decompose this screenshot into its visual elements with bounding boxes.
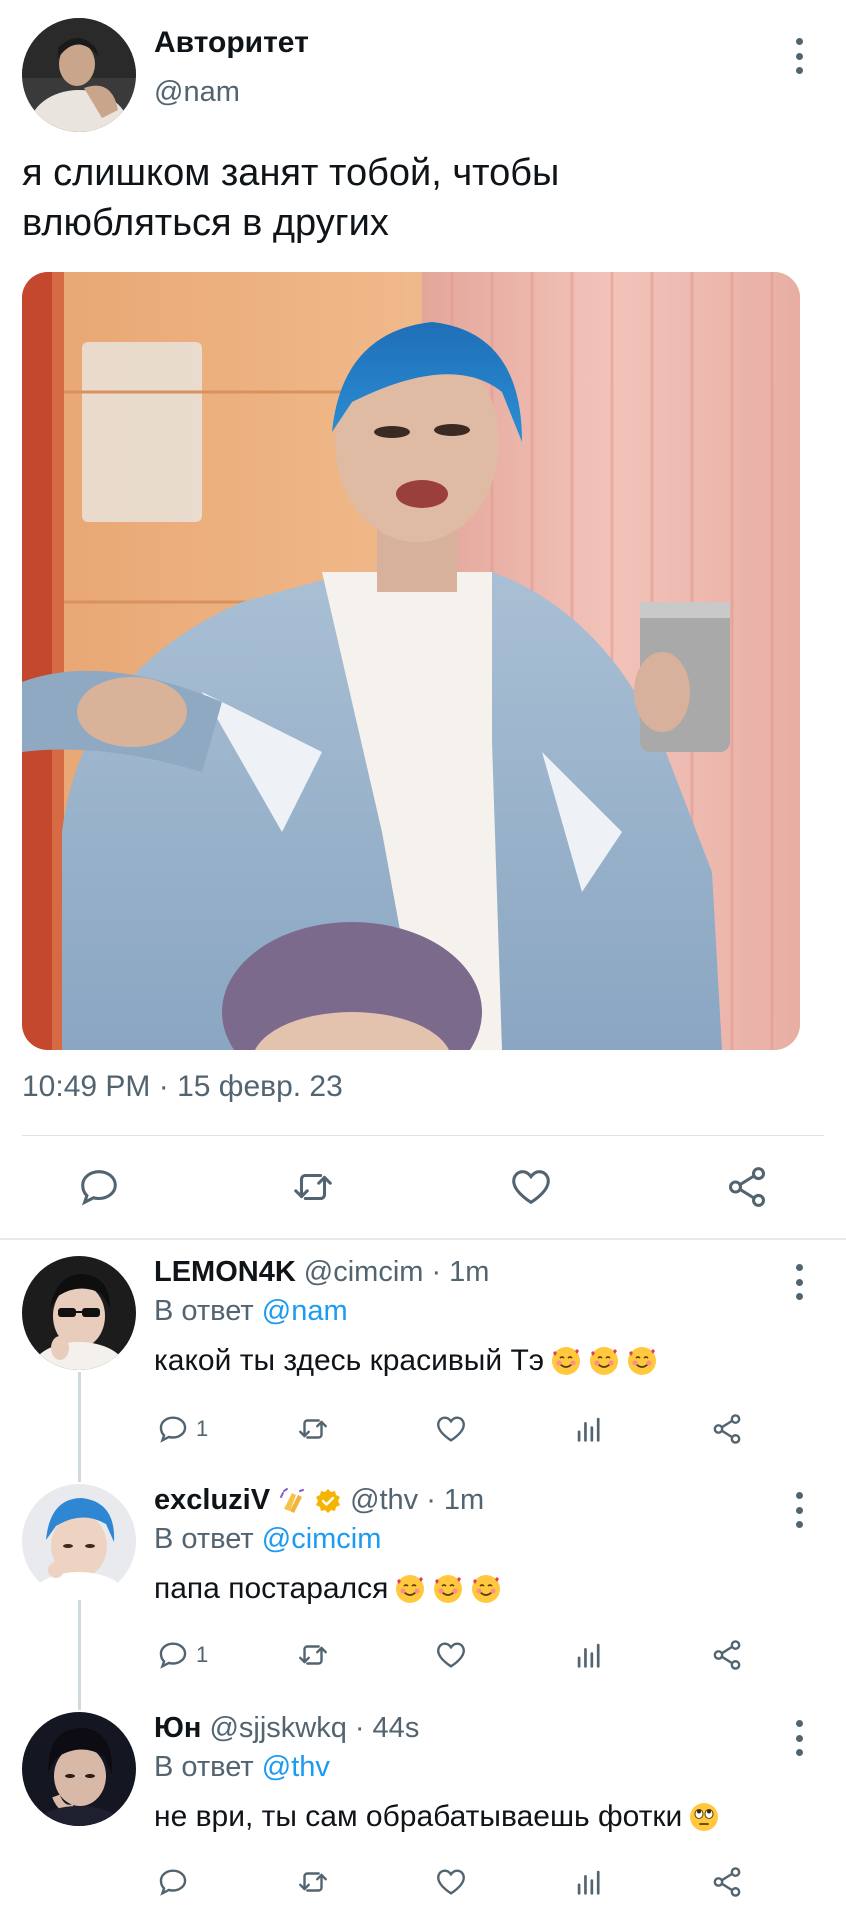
author-handle[interactable]: @nam xyxy=(154,76,240,109)
retweet-icon[interactable] xyxy=(296,1865,330,1899)
waving-hands-emoji-icon xyxy=(278,1487,306,1515)
share-icon[interactable] xyxy=(710,1638,744,1672)
reply-to-prefix: В ответ xyxy=(154,1295,254,1327)
reply-count: 1 xyxy=(196,1642,209,1667)
reply-avatar[interactable] xyxy=(22,1712,136,1826)
retweet-icon[interactable] xyxy=(296,1638,330,1672)
divider xyxy=(22,1135,824,1136)
reply-to-mention[interactable]: @cimcim xyxy=(262,1523,382,1555)
reply-time: · 44s xyxy=(354,1712,420,1744)
retweet-icon[interactable] xyxy=(290,1164,336,1210)
smiling-face-with-hearts-icon xyxy=(394,1573,426,1605)
author-name[interactable]: Авторитет xyxy=(154,26,309,60)
smiling-face-with-hearts-icon xyxy=(626,1345,658,1377)
face-with-rolling-eyes-icon xyxy=(688,1801,720,1833)
more-options-icon[interactable] xyxy=(789,1720,809,1756)
reply-icon[interactable] xyxy=(156,1865,190,1899)
reply-icon[interactable] xyxy=(156,1412,190,1446)
reply-icon[interactable] xyxy=(156,1638,190,1672)
reply-author-handle[interactable]: @thv xyxy=(350,1484,418,1517)
like-icon[interactable] xyxy=(434,1638,468,1672)
like-icon[interactable] xyxy=(434,1412,468,1446)
share-icon[interactable] xyxy=(724,1164,770,1210)
tweet-text: я слишком занят тобой, чтобы влюбляться … xyxy=(22,152,560,244)
views-icon[interactable] xyxy=(572,1412,606,1446)
share-icon[interactable] xyxy=(710,1865,744,1899)
retweet-icon[interactable] xyxy=(296,1412,330,1446)
smiling-face-with-hearts-icon xyxy=(588,1345,620,1377)
views-icon[interactable] xyxy=(572,1638,606,1672)
more-options-icon[interactable] xyxy=(789,38,809,74)
reply-text-content: папа постарался xyxy=(154,1572,389,1605)
reply-to-line: В ответ @thv xyxy=(154,1751,330,1784)
reply-to-mention[interactable]: @nam xyxy=(262,1295,348,1327)
reply-text: какой ты здесь красивый Тэ xyxy=(154,1344,658,1378)
like-icon[interactable] xyxy=(508,1164,554,1210)
smiling-face-with-hearts-icon xyxy=(550,1345,582,1377)
reply-avatar[interactable] xyxy=(22,1256,136,1370)
reply-to-line: В ответ @cimcim xyxy=(154,1523,381,1556)
smiling-face-with-hearts-icon xyxy=(432,1573,464,1605)
reply-count: 1 xyxy=(196,1416,209,1441)
reply-header: excluziV @thv · 1m xyxy=(154,1484,484,1517)
reply-author-handle[interactable]: @sjjskwkq xyxy=(209,1712,346,1745)
more-options-icon[interactable] xyxy=(789,1492,809,1528)
tweet-timestamp: 10:49 PM · 15 февр. 23 xyxy=(22,1070,343,1103)
reply-header: Юн @sjjskwkq · 44s xyxy=(154,1712,419,1745)
tweet-photo[interactable] xyxy=(22,272,800,1050)
reply-text-content: не ври, ты сам обрабатываешь фотки xyxy=(154,1800,683,1833)
reply-author-name[interactable]: excluziV xyxy=(154,1484,270,1517)
thread-line xyxy=(78,1372,81,1482)
reply-text: папа постарался xyxy=(154,1572,502,1606)
views-icon[interactable] xyxy=(572,1865,606,1899)
reply-author-handle[interactable]: @cimcim xyxy=(304,1256,424,1289)
thread-line xyxy=(78,1600,81,1710)
reply-to-prefix: В ответ xyxy=(154,1751,254,1783)
reply-avatar[interactable] xyxy=(22,1484,136,1598)
reply-text-content: какой ты здесь красивый Тэ xyxy=(154,1344,545,1377)
share-icon[interactable] xyxy=(710,1412,744,1446)
reply-header: LEMON4K @cimcim · 1m xyxy=(154,1256,489,1289)
reply-icon[interactable] xyxy=(76,1164,122,1210)
reply-author-name[interactable]: Юн xyxy=(154,1712,201,1745)
reply-author-name[interactable]: LEMON4K xyxy=(154,1256,296,1289)
verified-badge-icon xyxy=(314,1487,342,1515)
more-options-icon[interactable] xyxy=(789,1264,809,1300)
author-avatar[interactable] xyxy=(22,18,136,132)
reply-time: · 1m xyxy=(426,1484,485,1516)
reply-to-prefix: В ответ xyxy=(154,1523,254,1555)
reply-text: не ври, ты сам обрабатываешь фотки xyxy=(154,1800,720,1834)
smiling-face-with-hearts-icon xyxy=(470,1573,502,1605)
section-divider xyxy=(0,1238,846,1240)
like-icon[interactable] xyxy=(434,1865,468,1899)
reply-to-mention[interactable]: @thv xyxy=(262,1751,330,1783)
reply-time: · 1m xyxy=(431,1256,490,1288)
reply-to-line: В ответ @nam xyxy=(154,1295,348,1328)
